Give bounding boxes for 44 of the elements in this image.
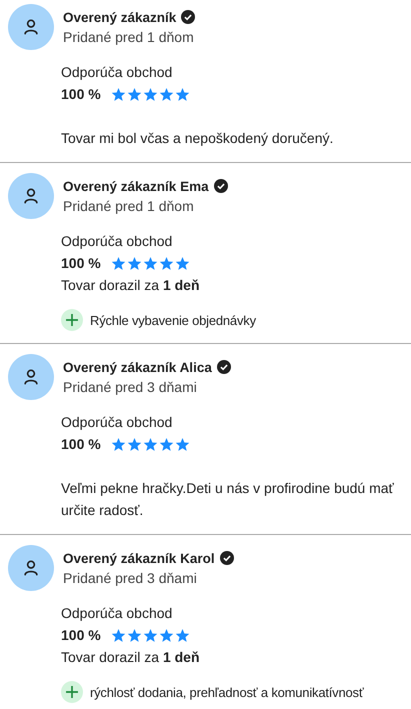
star-icon bbox=[158, 86, 174, 102]
star-icon bbox=[142, 436, 158, 452]
star-icon bbox=[174, 628, 190, 642]
review-date: Pridané pred 1 dňom bbox=[63, 198, 195, 214]
star-icon bbox=[174, 86, 190, 102]
recommend-percent: 100 % bbox=[61, 254, 101, 273]
star-icon bbox=[142, 256, 158, 270]
star-icon bbox=[110, 628, 126, 642]
reviewer-name: Overený zákazník Karol bbox=[63, 550, 215, 566]
pro-text: rýchlosť dodania, prehľadnosť a komunikatívnosť bbox=[90, 684, 364, 700]
star-icon bbox=[158, 628, 174, 642]
star-icon bbox=[110, 256, 126, 270]
recommend-label: Odporúča obchod bbox=[61, 604, 174, 623]
star-icon bbox=[174, 256, 190, 270]
star-icon bbox=[126, 628, 142, 642]
review-date: Pridané pred 1 dňom bbox=[63, 28, 195, 44]
star-icon bbox=[158, 256, 174, 270]
star-icon bbox=[174, 436, 190, 452]
reviewer-name: Overený zákazník bbox=[63, 10, 176, 24]
recommend-label: Odporúča obchod bbox=[61, 232, 174, 251]
star-icon bbox=[142, 628, 158, 642]
recommend-label: Odporúča obchod bbox=[61, 63, 174, 82]
star-icon bbox=[126, 86, 142, 102]
plus-icon bbox=[61, 681, 83, 703]
review-text: Veľmi pekne hračky.Deti u nás v profirodine budú mať určite radosť. bbox=[61, 479, 395, 520]
star-icon bbox=[126, 256, 142, 270]
recommend-percent: 100 % bbox=[61, 626, 101, 645]
star-icon bbox=[142, 86, 158, 102]
review-date: Pridané pred 3 dňami bbox=[63, 378, 198, 394]
star-icon bbox=[158, 436, 174, 452]
plus-icon bbox=[61, 309, 83, 331]
recommend-percent: 100 % bbox=[61, 435, 101, 454]
delivery-time: Tovar dorazil za 1 deň bbox=[61, 648, 201, 667]
star-icon bbox=[126, 436, 142, 452]
recommend-label: Odporúča obchod bbox=[61, 413, 174, 432]
review-text: Tovar mi bol včas a nepoškodený doručený. bbox=[61, 129, 334, 148]
reviewer-name: Overený zákazník Alica bbox=[63, 360, 212, 374]
star-icon bbox=[110, 86, 126, 102]
recommend-percent: 100 % bbox=[61, 85, 101, 104]
delivery-time: Tovar dorazil za 1 deň bbox=[61, 276, 201, 295]
star-icon bbox=[110, 436, 126, 452]
review-date: Pridané pred 3 dňami bbox=[63, 570, 198, 586]
pro-text: Rýchle vybavenie objednávky bbox=[90, 312, 256, 328]
reviewer-name: Overený zákazník Ema bbox=[63, 178, 209, 194]
